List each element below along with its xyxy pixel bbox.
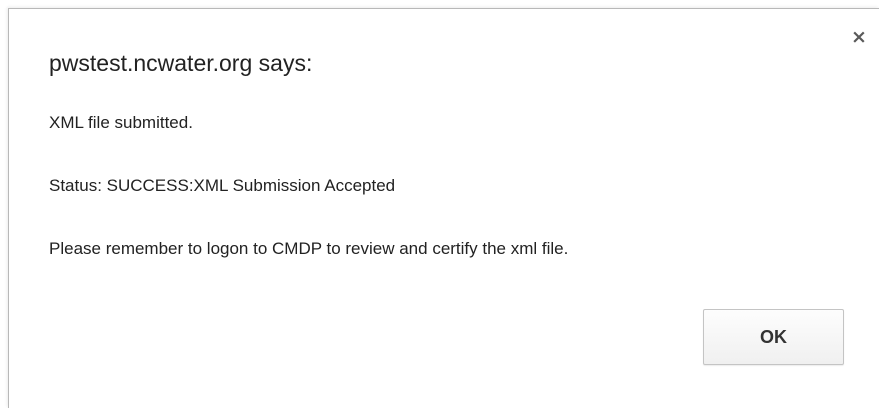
alert-dialog: × pwstest.ncwater.org says: XML file sub… [8, 8, 879, 408]
page: × pwstest.ncwater.org says: XML file sub… [0, 0, 879, 408]
message-line-status: Status: SUCCESS:XML Submission Accepted [49, 176, 396, 195]
dialog-title: pwstest.ncwater.org says: [49, 50, 313, 76]
message-line-reminder: Please remember to logon to CMDP to revi… [49, 239, 569, 258]
ok-button[interactable]: OK [703, 309, 844, 365]
close-icon[interactable]: × [849, 27, 869, 47]
message-line-submitted: XML file submitted. [49, 113, 193, 132]
